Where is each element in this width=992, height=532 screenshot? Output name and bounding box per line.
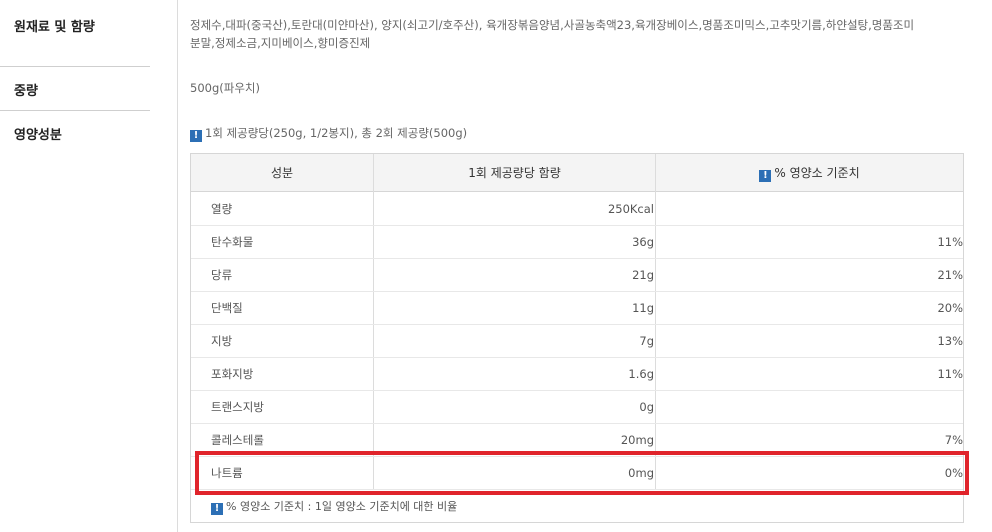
row-name: 열량	[211, 202, 233, 216]
row-percent: 20%	[937, 301, 963, 315]
table-row: 단백질 11g 20%	[191, 292, 963, 325]
table-row: 당류 21g 21%	[191, 259, 963, 292]
table-row: 포화지방 1.6g 11%	[191, 358, 963, 391]
header-daily-value: !% 영양소 기준치	[656, 154, 963, 192]
header-daily-value-text: % 영양소 기준치	[774, 166, 860, 180]
separator	[0, 66, 150, 67]
row-name: 지방	[211, 334, 233, 348]
info-icon: !	[211, 503, 223, 515]
footnote: !% 영양소 기준치 : 1일 영양소 기준치에 대한 비율	[211, 498, 457, 515]
row-amount: 7g	[639, 334, 654, 348]
serving-info: ! 1회 제공량당(250g, 1/2봉지), 총 2회 제공량(500g)	[190, 124, 467, 142]
table-header: 성분 1회 제공량당 함량 !% 영양소 기준치	[191, 154, 963, 192]
ingredients-value: 정제수,대파(중국산),토란대(미얀마산), 양지(쇠고기/호주산), 육개장볶…	[190, 16, 914, 52]
row-amount: 250Kcal	[607, 202, 654, 216]
ingredients-line-1: 정제수,대파(중국산),토란대(미얀마산), 양지(쇠고기/호주산), 육개장볶…	[190, 18, 915, 32]
table-row: 탄수화물 36g 11%	[191, 226, 963, 259]
row-name: 당류	[211, 268, 233, 282]
header-amount: 1회 제공량당 함량	[468, 166, 561, 180]
nutrition-label: 영양성분	[14, 128, 62, 143]
row-percent: 11%	[937, 367, 963, 381]
table-row: 지방 7g 13%	[191, 325, 963, 358]
row-amount: 0g	[639, 400, 654, 414]
table-row: 열량 250Kcal	[191, 193, 963, 226]
weight-label: 중량	[14, 84, 38, 99]
header-component: 성분	[270, 166, 294, 180]
weight-value: 500g(파우치)	[190, 81, 260, 95]
left-column-divider	[177, 0, 178, 532]
row-amount: 21g	[632, 268, 654, 282]
serving-info-text: 1회 제공량당(250g, 1/2봉지), 총 2회 제공량(500g)	[205, 126, 468, 140]
row-name: 포화지방	[211, 367, 254, 381]
row-percent: 11%	[937, 235, 963, 249]
row-amount: 11g	[632, 301, 654, 315]
ingredients-label: 원재료 및 함량	[14, 20, 95, 35]
row-amount: 36g	[632, 235, 654, 249]
row-name: 탄수화물	[211, 235, 254, 249]
info-icon: !	[190, 130, 202, 142]
highlight-box	[195, 451, 969, 495]
row-name: 트랜스지방	[211, 400, 264, 414]
row-amount: 1.6g	[628, 367, 654, 381]
ingredients-line-2: 분말,정제소금,지미베이스,향미증진제	[190, 36, 371, 50]
row-percent: 13%	[937, 334, 963, 348]
table-row: 트랜스지방 0g	[191, 391, 963, 424]
separator	[0, 110, 150, 111]
footnote-text: % 영양소 기준치 : 1일 영양소 기준치에 대한 비율	[226, 500, 458, 513]
info-icon: !	[759, 170, 772, 182]
row-percent: 21%	[937, 268, 963, 282]
row-name: 단백질	[211, 301, 243, 315]
